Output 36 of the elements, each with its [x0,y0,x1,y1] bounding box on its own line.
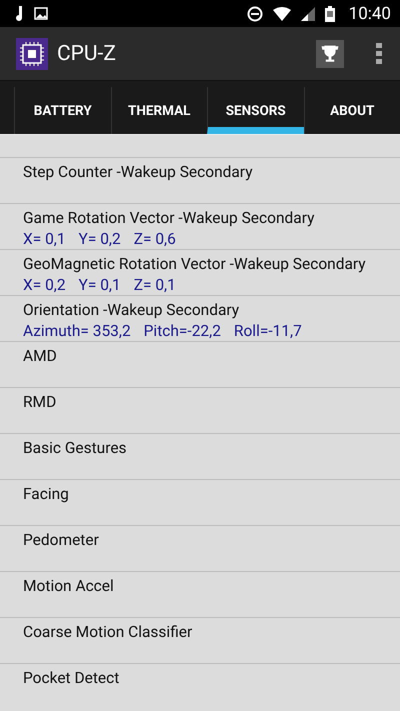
sensor-name: Facing [23,484,70,505]
sensor-reading: X= 0,1 [23,229,66,249]
do-not-disturb-icon [246,6,263,22]
sensor-name: AMD [23,346,58,367]
clock-time: 10:40 [348,4,391,24]
signal-icon [300,6,315,20]
sensor-reading: Pitch=-22,2 [144,321,221,341]
wifi-icon [272,6,291,20]
sensor-reading: Azimuth= 353,2 [23,321,131,341]
sensor-name: Pedometer [23,530,100,551]
tab[interactable]: THERMAL [110,87,207,134]
tab[interactable]: BATTERY [14,87,110,134]
sensor-name: Game Rotation Vector -Wakeup Secondary [23,208,316,229]
sensor-name: Coarse Motion Classifier [23,622,194,643]
sensor-name: Orientation -Wakeup Secondary [23,300,240,321]
music-note-icon [14,6,24,22]
sensor-reading: Y= 0,1 [78,275,121,295]
sensor-name: Step Counter -Wakeup Secondary [23,162,254,183]
app-title: CPU-Z [57,42,117,66]
tab[interactable]: ABOUT [304,87,400,134]
sensor-name: Basic Gestures [23,438,128,459]
sensor-reading: Roll=-11,7 [234,321,302,341]
sensor-name: Pocket Detect [23,668,120,689]
battery-icon [324,6,335,22]
sensor-reading: Z= 0,6 [134,229,176,249]
sensor-reading: X= 0,2 [23,275,66,295]
chip-logo-icon [16,38,48,70]
tab[interactable]: SENSORS [207,87,304,134]
image-icon [34,7,48,20]
sensor-name: GeoMagnetic Rotation Vector -Wakeup Secondary [23,254,367,275]
sensor-reading: Z= 0,1 [134,275,176,295]
overflow-menu-icon[interactable] [376,42,382,64]
trophy-icon[interactable] [316,40,344,68]
sensor-reading: Y= 0,2 [78,229,121,249]
sensor-name: Motion Accel [23,576,115,597]
sensor-name: RMD [23,392,58,413]
